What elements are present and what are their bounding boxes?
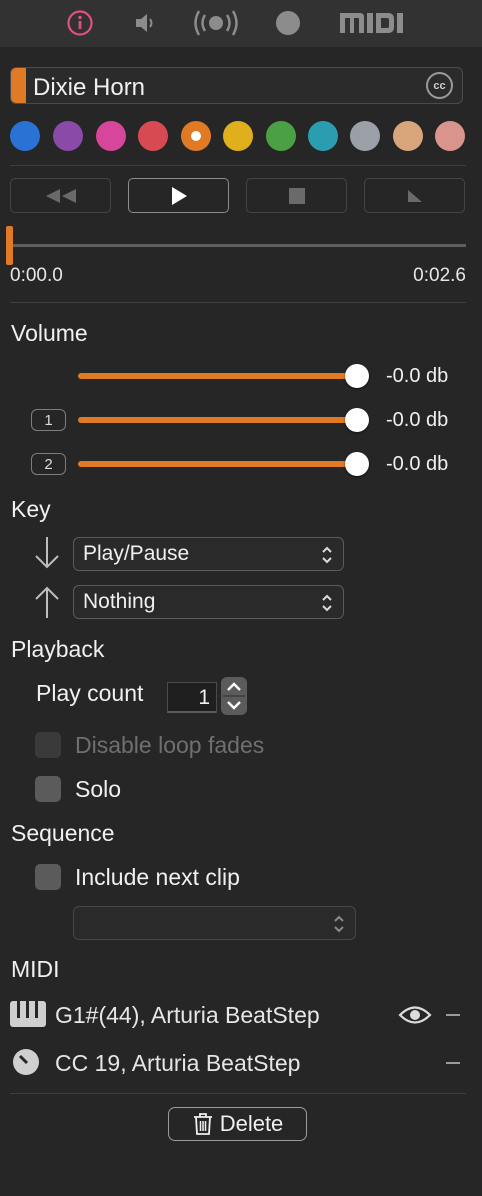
midi-mapping-note[interactable]: G1#(44), Arturia BeatStep bbox=[55, 1002, 320, 1029]
key-up-value: Nothing bbox=[83, 590, 156, 613]
inspector-tab-bar bbox=[0, 0, 482, 47]
trash-icon bbox=[193, 1113, 212, 1135]
fade-out-icon bbox=[407, 189, 422, 202]
play-count-field[interactable]: 1 bbox=[167, 682, 217, 713]
volume-master-value: -0.0 db bbox=[386, 365, 449, 387]
clip-name[interactable]: Dixie Horn bbox=[33, 74, 145, 102]
volume-heading: Volume bbox=[11, 320, 88, 346]
delete-button[interactable]: Delete bbox=[168, 1107, 307, 1141]
next-clip-select[interactable] bbox=[73, 906, 356, 940]
midi-heading: MIDI bbox=[11, 956, 60, 982]
delete-label: Delete bbox=[219, 1111, 284, 1136]
channel-2-badge: 2 bbox=[31, 453, 66, 475]
volume-channel-1-knob[interactable] bbox=[345, 408, 369, 432]
color-swatch-rose[interactable] bbox=[435, 121, 465, 151]
color-swatch-red[interactable] bbox=[138, 121, 168, 151]
key-up-select[interactable]: Nothing bbox=[73, 585, 344, 619]
arrow-down-icon bbox=[35, 537, 59, 569]
key-heading: Key bbox=[11, 496, 51, 522]
color-swatch-yellow[interactable] bbox=[223, 121, 253, 151]
volume-channel-1-slider[interactable] bbox=[78, 417, 357, 423]
key-down-value: Play/Pause bbox=[83, 542, 190, 565]
color-swatch-gray[interactable] bbox=[350, 121, 380, 151]
divider bbox=[10, 1093, 466, 1094]
key-down-select[interactable]: Play/Pause bbox=[73, 537, 344, 571]
rewind-button[interactable] bbox=[10, 178, 111, 213]
play-button[interactable] bbox=[128, 178, 229, 213]
tab-info[interactable] bbox=[64, 6, 96, 40]
fade-out-button[interactable] bbox=[364, 178, 465, 213]
remove-note-mapping-button[interactable] bbox=[446, 1014, 460, 1016]
clip-color-tag bbox=[11, 68, 26, 103]
color-swatch-purple[interactable] bbox=[53, 121, 83, 151]
record-dot-icon bbox=[276, 11, 300, 35]
disable-loop-fades-checkbox[interactable] bbox=[35, 732, 61, 758]
volume-master-slider[interactable] bbox=[78, 373, 357, 379]
tab-record[interactable] bbox=[274, 6, 302, 40]
midi-logo-icon bbox=[340, 13, 403, 33]
play-count-label: Play count bbox=[36, 680, 144, 706]
play-icon bbox=[171, 186, 187, 205]
broadcast-icon bbox=[194, 10, 238, 36]
speaker-icon bbox=[136, 14, 153, 32]
chevron-up-down-icon bbox=[322, 546, 332, 564]
solo-label: Solo bbox=[75, 776, 122, 802]
color-swatch-green[interactable] bbox=[266, 121, 296, 151]
piano-keys-icon bbox=[10, 1001, 46, 1027]
solo-checkbox[interactable] bbox=[35, 776, 61, 802]
volume-channel-2-value: -0.0 db bbox=[386, 453, 449, 475]
tab-broadcast[interactable] bbox=[192, 6, 240, 40]
playhead-handle[interactable] bbox=[6, 226, 13, 265]
volume-master-knob[interactable] bbox=[345, 364, 369, 388]
knob-icon bbox=[13, 1049, 39, 1075]
time-start: 0:00.0 bbox=[10, 265, 63, 286]
color-swatch-tan[interactable] bbox=[393, 121, 423, 151]
tab-audio[interactable] bbox=[130, 6, 160, 40]
sequence-heading: Sequence bbox=[11, 820, 115, 846]
midi-mapping-cc[interactable]: CC 19, Arturia BeatStep bbox=[55, 1050, 300, 1077]
eye-icon[interactable] bbox=[398, 1004, 432, 1026]
info-icon bbox=[67, 10, 93, 36]
play-count-stepper[interactable] bbox=[221, 677, 247, 715]
stop-icon bbox=[288, 187, 305, 204]
tab-midi[interactable] bbox=[338, 6, 404, 40]
color-swatch-pink[interactable] bbox=[96, 121, 126, 151]
color-swatch-orange[interactable] bbox=[181, 121, 211, 151]
volume-channel-2-slider[interactable] bbox=[78, 461, 357, 467]
playhead-track[interactable] bbox=[10, 244, 466, 247]
inspector-window: Dixie Horn cc 0:00.0 0:02.6 Volume -0.0 … bbox=[0, 0, 482, 1196]
stepper-arrows-icon bbox=[223, 682, 245, 710]
channel-1-badge: 1 bbox=[31, 409, 66, 431]
divider bbox=[10, 165, 466, 166]
divider bbox=[10, 302, 466, 303]
remove-cc-mapping-button[interactable] bbox=[446, 1062, 460, 1064]
stop-button[interactable] bbox=[246, 178, 347, 213]
include-next-clip-label: Include next clip bbox=[75, 864, 240, 890]
include-next-clip-checkbox[interactable] bbox=[35, 864, 61, 890]
chevron-up-down-icon bbox=[322, 594, 332, 612]
time-end: 0:02.6 bbox=[413, 265, 466, 286]
disable-loop-fades-label: Disable loop fades bbox=[75, 732, 265, 758]
color-swatch-blue[interactable] bbox=[10, 121, 40, 151]
volume-channel-1-value: -0.0 db bbox=[386, 409, 449, 431]
rewind-icon bbox=[45, 188, 76, 203]
color-swatch-teal[interactable] bbox=[308, 121, 338, 151]
volume-channel-2-knob[interactable] bbox=[345, 452, 369, 476]
clip-name-field[interactable]: Dixie Horn cc bbox=[10, 67, 463, 104]
cc-icon[interactable]: cc bbox=[426, 72, 453, 99]
arrow-up-icon bbox=[35, 586, 59, 618]
chevron-up-down-icon bbox=[334, 915, 344, 933]
playback-heading: Playback bbox=[11, 636, 105, 662]
